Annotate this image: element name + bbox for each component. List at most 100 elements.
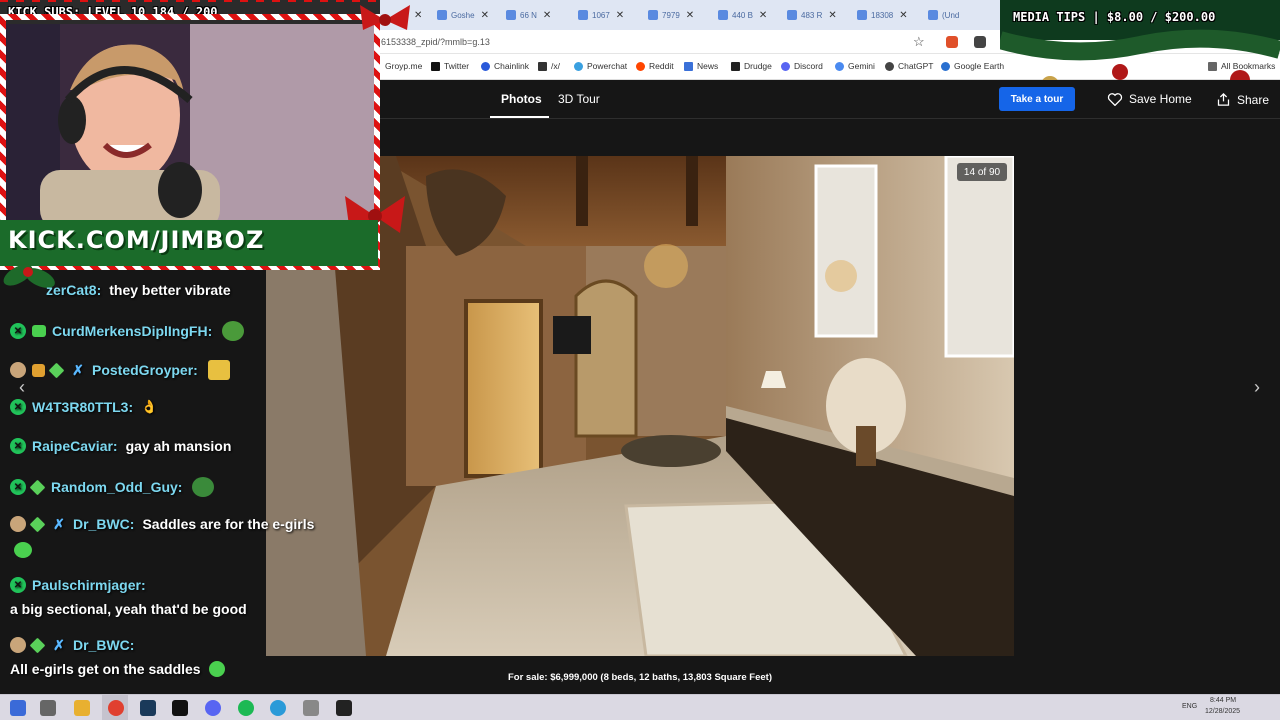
- browser-tab[interactable]: 7979 ✕: [648, 6, 710, 24]
- language-indicator[interactable]: ENG: [1182, 703, 1197, 710]
- google-earth-icon: [941, 61, 950, 71]
- close-icon[interactable]: ✕: [759, 10, 767, 21]
- browser-tab[interactable]: 483 R ✕: [787, 6, 849, 24]
- tab-photos[interactable]: Photos: [501, 92, 542, 106]
- discord-icon[interactable]: [205, 700, 221, 716]
- bookmark-item[interactable]: Gemini: [835, 61, 875, 71]
- windows-start-icon[interactable]: [10, 700, 26, 716]
- chat-username[interactable]: zerCat8:: [46, 282, 101, 298]
- browser-tab[interactable]: 440 B ✕: [718, 6, 780, 24]
- heart-icon: [1107, 93, 1123, 106]
- bookmark-item[interactable]: Twitter: [431, 61, 469, 71]
- close-icon[interactable]: ✕: [543, 10, 551, 21]
- close-icon[interactable]: ✕: [899, 10, 907, 21]
- bookmark-item[interactable]: Discord: [781, 61, 823, 71]
- x-icon: [431, 61, 440, 71]
- close-icon[interactable]: ✕: [414, 6, 422, 24]
- avatar-badge-icon: [10, 516, 26, 532]
- telegram-icon[interactable]: [270, 700, 286, 716]
- emote-icon: [14, 542, 32, 558]
- bookmark-item[interactable]: Drudge: [731, 61, 772, 71]
- chat-message: ✗ Dr_BWC:: [10, 637, 142, 653]
- site-favicon: [578, 10, 588, 20]
- chat-username[interactable]: Random_Odd_Guy:: [51, 479, 182, 495]
- chat-text: Saddles are for the e-girls: [142, 516, 315, 532]
- clock-time[interactable]: 8:44 PM: [1210, 697, 1236, 704]
- take-a-tour-button[interactable]: Take a tour: [999, 87, 1075, 111]
- bookmark-star-icon[interactable]: ☆: [913, 34, 925, 50]
- chat-username[interactable]: Dr_BWC:: [73, 637, 134, 653]
- close-icon[interactable]: ✕: [686, 10, 694, 21]
- pepe-emote-icon: [222, 321, 245, 341]
- chat-message: ✕ Paulschirmjager:: [10, 577, 154, 593]
- share-button[interactable]: Share: [1216, 92, 1269, 107]
- avatar-badge-icon: [10, 362, 26, 378]
- tab-3d-tour[interactable]: 3D Tour: [558, 92, 600, 106]
- close-icon[interactable]: ✕: [616, 10, 624, 21]
- terminal-icon[interactable]: [172, 700, 188, 716]
- extension-icon[interactable]: [974, 36, 986, 48]
- bathroom-photo: [266, 156, 1014, 656]
- gemini-icon: [835, 61, 844, 71]
- bookmark-item[interactable]: News: [684, 61, 718, 71]
- emote-icon: [207, 360, 230, 380]
- discord-icon: [781, 61, 790, 71]
- close-icon[interactable]: ✕: [481, 10, 489, 21]
- sword-badge-icon: ✗: [53, 636, 65, 653]
- spotify-icon[interactable]: [238, 700, 254, 716]
- sword-badge-icon: ✗: [72, 361, 84, 378]
- share-icon: [1217, 92, 1230, 106]
- browser-tab[interactable]: 66 N ✕: [506, 6, 568, 24]
- sword-badge-icon: ✗: [53, 515, 65, 532]
- stream-chat: zerCat8: they better vibrate ✕ CurdMerke…: [0, 270, 314, 690]
- chainlink-icon: [481, 61, 490, 71]
- bookmark-item[interactable]: /x/: [538, 61, 560, 71]
- mod-badge-icon: ✕: [10, 577, 26, 593]
- webcam-feed: [0, 20, 378, 220]
- windows-taskbar: [0, 694, 1280, 720]
- mod-badge-icon: ✕: [10, 323, 26, 339]
- bookmark-item[interactable]: Chainlink: [481, 61, 529, 71]
- site-favicon: [787, 10, 797, 20]
- chat-message: zerCat8: they better vibrate: [46, 282, 231, 298]
- obs-icon[interactable]: [336, 700, 352, 716]
- clock-date[interactable]: 12/28/2025: [1205, 708, 1240, 715]
- chat-username[interactable]: W4T3R80TTL3:: [32, 399, 133, 415]
- site-favicon: [857, 10, 867, 20]
- bookmark-item[interactable]: Reddit: [636, 61, 674, 71]
- app-icon[interactable]: [303, 700, 319, 716]
- browser-tab[interactable]: Goshe ✕: [437, 6, 499, 24]
- next-photo-arrow-icon[interactable]: ›: [1247, 376, 1267, 398]
- chat-username[interactable]: CurdMerkensDiplIngFH:: [52, 323, 212, 339]
- extension-icon[interactable]: [946, 36, 958, 48]
- active-tab-indicator: [490, 116, 549, 118]
- bookmark-item[interactable]: ChatGPT: [885, 61, 933, 71]
- chat-text: a big sectional, yeah that'd be good: [10, 601, 247, 617]
- bookmark-item[interactable]: Google Earth: [941, 61, 1004, 71]
- browser-tab[interactable]: (Und: [928, 6, 978, 24]
- site-favicon: [718, 10, 728, 20]
- chrome-icon[interactable]: [108, 700, 124, 716]
- browser-tab[interactable]: 18308 ✕: [857, 6, 919, 24]
- bookmark-item[interactable]: Powerchat: [574, 61, 627, 71]
- bookmark-item[interactable]: Groyp.me: [385, 61, 422, 71]
- drudge-icon: [731, 61, 740, 71]
- task-view-icon[interactable]: [40, 700, 56, 716]
- chat-message: ✗ PostedGroyper:: [10, 360, 230, 380]
- browser-tab[interactable]: 1067 ✕: [578, 6, 640, 24]
- news-icon: [684, 61, 693, 71]
- steam-icon[interactable]: [140, 700, 156, 716]
- listing-photo[interactable]: [266, 156, 1014, 656]
- chat-username[interactable]: RaipeCaviar:: [32, 438, 118, 454]
- streamer-video: [0, 20, 378, 220]
- chat-message: ✕ RaipeCaviar: gay ah mansion: [10, 438, 231, 454]
- save-home-button[interactable]: Save Home: [1107, 92, 1192, 106]
- screen: Goshe ✕ 66 N ✕ 1067 ✕ 7979 ✕ 440 B ✕ 483 R ✕ 1…: [0, 0, 1280, 720]
- file-explorer-icon[interactable]: [74, 700, 90, 716]
- chat-username[interactable]: Dr_BWC:: [73, 516, 134, 532]
- site-favicon: [928, 10, 938, 20]
- close-icon[interactable]: ✕: [828, 10, 836, 21]
- hand-emoji-icon: 👌: [141, 399, 158, 414]
- chat-username[interactable]: PostedGroyper:: [92, 362, 198, 378]
- chat-username[interactable]: Paulschirmjager:: [32, 577, 146, 593]
